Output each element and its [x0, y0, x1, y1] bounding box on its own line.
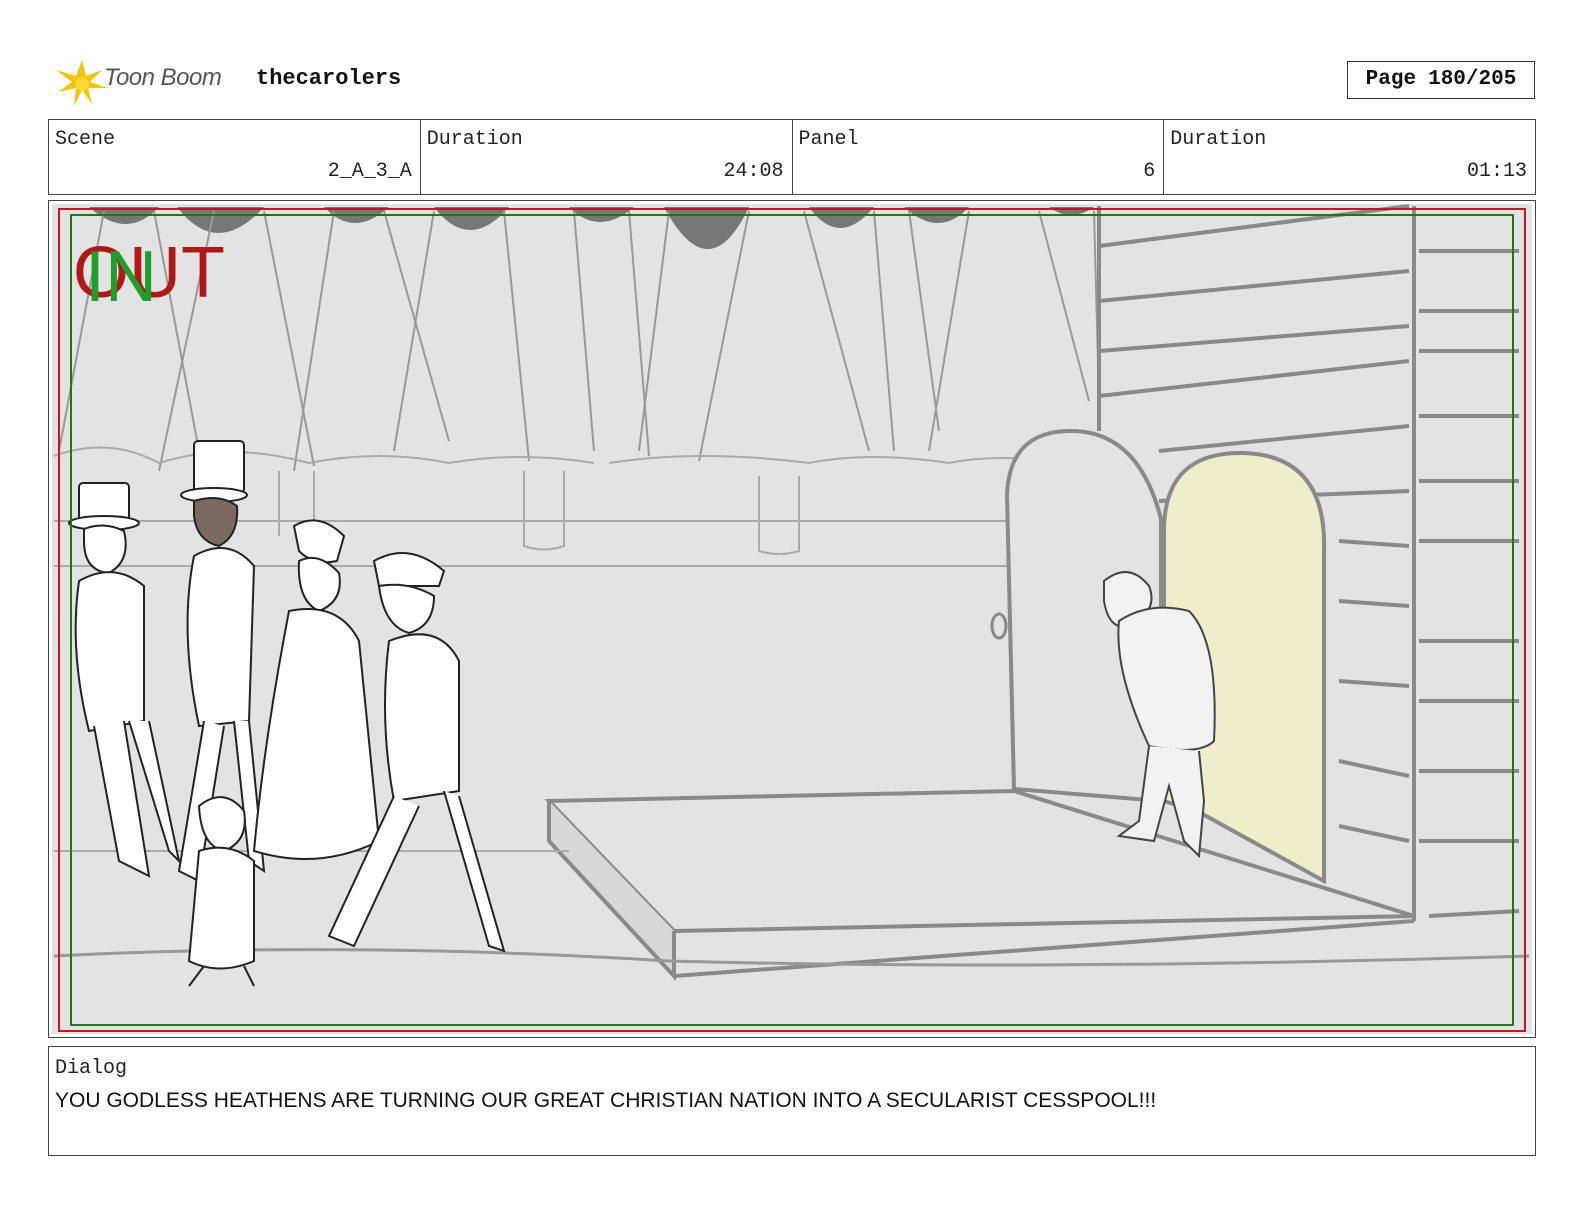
dialog-box: Dialog YOU GODLESS HEATHENS ARE TURNING …	[48, 1046, 1536, 1156]
scene-value: 2_A_3_A	[327, 160, 412, 183]
panel-duration-value: 01:13	[1466, 160, 1527, 183]
toon-boom-logo	[56, 60, 108, 106]
panel-sketch: OUT IN	[52, 204, 1532, 1034]
panel-duration-cell: Duration 01:13	[1164, 120, 1535, 194]
scene-duration-label: Duration	[426, 128, 523, 151]
scene-label: Scene	[55, 128, 116, 151]
logo-wordmark: Toon Boom	[104, 64, 222, 91]
in-marker: IN	[85, 237, 157, 317]
dialog-label: Dialog	[55, 1057, 128, 1080]
page-label: Page	[1365, 68, 1417, 91]
project-title: thecarolers	[256, 66, 402, 91]
panel-label: Panel	[798, 128, 859, 151]
panel-cell: Panel 6	[793, 120, 1165, 194]
page-number: 180/205	[1428, 68, 1517, 91]
panel-value: 6	[1143, 160, 1156, 183]
dialog-text: YOU GODLESS HEATHENS ARE TURNING OUR GRE…	[55, 1089, 1157, 1112]
page-indicator: Page 180/205	[1347, 61, 1535, 99]
storyboard-panel: OUT IN	[48, 200, 1536, 1038]
scene-duration-value: 24:08	[723, 160, 784, 183]
scene-duration-cell: Duration 24:08	[421, 120, 793, 194]
panel-duration-label: Duration	[1170, 128, 1267, 151]
scene-cell: Scene 2_A_3_A	[49, 120, 421, 194]
panel-info-table: Scene 2_A_3_A Duration 24:08 Panel 6 Dur…	[48, 119, 1536, 195]
